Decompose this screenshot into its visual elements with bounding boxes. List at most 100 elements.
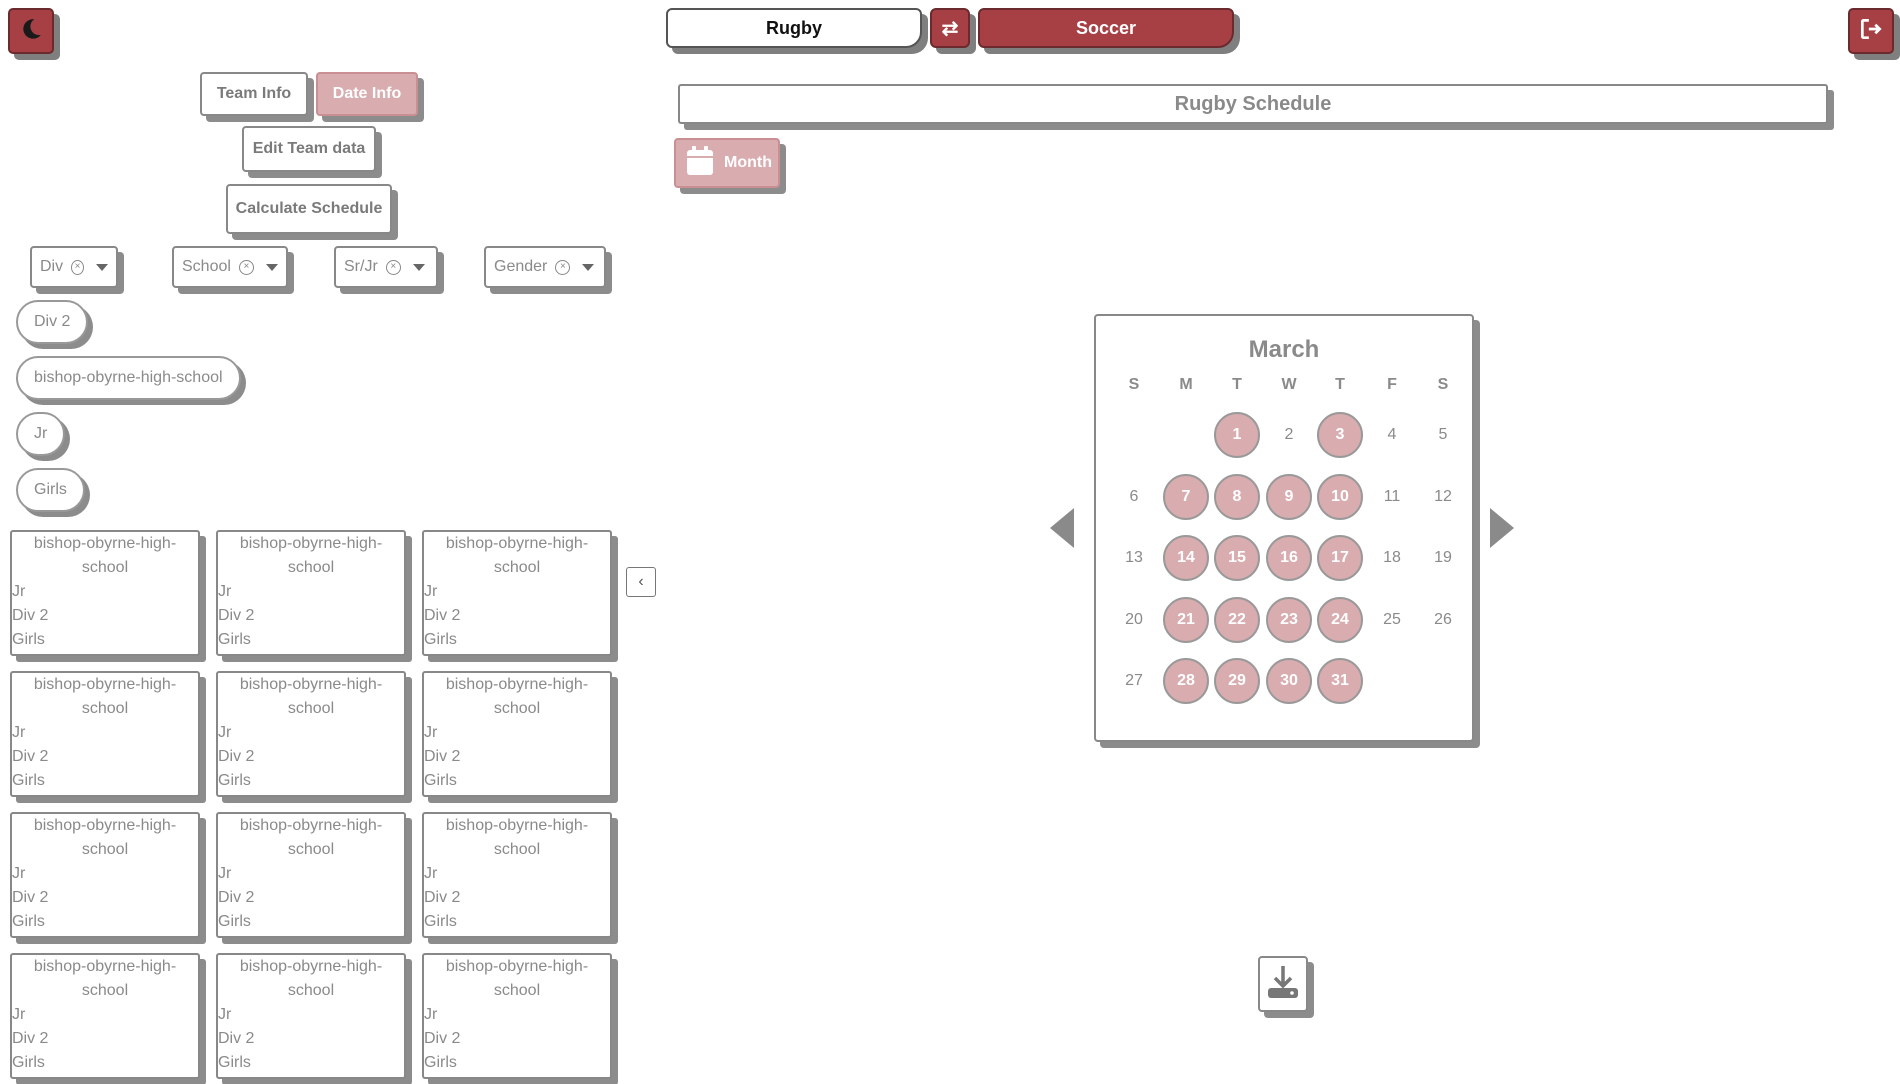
team-card-division: Div 2 — [12, 889, 49, 906]
team-card[interactable]: bishop-obyrne-high-school Jr Div 2 Girls — [422, 530, 612, 656]
team-card-school: bishop-obyrne-high-school — [445, 958, 589, 999]
clear-icon[interactable]: × — [385, 259, 401, 275]
team-card-gender: Girls — [12, 772, 45, 789]
team-card-level: Jr — [12, 1006, 26, 1023]
team-info-button[interactable]: Team Info — [200, 72, 308, 116]
download-icon — [1266, 964, 1300, 1005]
calendar-day[interactable]: 25 — [1369, 597, 1415, 643]
chevron-down-icon[interactable] — [265, 263, 278, 271]
team-card-school: bishop-obyrne-high-school — [33, 817, 177, 858]
calendar-day-selected[interactable]: 17 — [1317, 535, 1363, 581]
team-card-division: Div 2 — [218, 607, 255, 624]
download-button[interactable] — [1258, 956, 1308, 1012]
team-card-gender: Girls — [12, 913, 45, 930]
team-card-division: Div 2 — [12, 607, 49, 624]
calendar-day-selected[interactable]: 24 — [1317, 596, 1363, 643]
team-card[interactable]: bishop-obyrne-high-school Jr Div 2 Girls — [216, 530, 406, 656]
team-card-division: Div 2 — [218, 889, 255, 906]
team-card-division: Div 2 — [424, 1030, 461, 1047]
filter-div[interactable]: Div × — [30, 246, 118, 288]
sport-soccer-button[interactable]: Soccer — [978, 8, 1234, 48]
calendar-day[interactable]: 19 — [1420, 535, 1466, 581]
chevron-down-icon[interactable] — [96, 263, 108, 271]
filter-chip-gender[interactable]: Girls — [16, 468, 85, 512]
prev-month-button[interactable] — [1050, 508, 1074, 548]
team-card-school: bishop-obyrne-high-school — [239, 958, 383, 999]
team-card-level: Jr — [12, 583, 26, 600]
calendar-day-selected[interactable]: 31 — [1317, 658, 1363, 704]
calendar-day-selected[interactable]: 1 — [1214, 412, 1260, 458]
calendar-day[interactable]: 12 — [1420, 474, 1466, 520]
team-card-gender: Girls — [424, 1054, 457, 1071]
calendar-day[interactable]: 4 — [1369, 412, 1415, 458]
team-card[interactable]: bishop-obyrne-high-school Jr Div 2 Girls — [422, 671, 612, 797]
edit-team-data-button[interactable]: Edit Team data — [242, 126, 376, 172]
calendar-day[interactable]: 6 — [1111, 474, 1157, 520]
calendar-day-selected[interactable]: 30 — [1266, 658, 1312, 704]
calendar-day-selected[interactable]: 29 — [1214, 658, 1260, 704]
team-card-level: Jr — [12, 724, 26, 741]
chevron-left-icon: ‹ — [638, 573, 644, 590]
calendar-day[interactable]: 20 — [1111, 597, 1157, 643]
team-card-gender: Girls — [218, 631, 251, 648]
clear-icon[interactable]: × — [555, 259, 571, 275]
logout-button[interactable] — [1848, 8, 1894, 54]
collapse-panel-button[interactable]: ‹ — [626, 567, 656, 597]
theme-toggle-button[interactable] — [8, 8, 54, 54]
calculate-schedule-button[interactable]: Calculate Schedule — [226, 184, 392, 234]
filter-school[interactable]: School × — [172, 246, 288, 288]
calendar-day[interactable]: 13 — [1111, 535, 1157, 581]
team-card-school: bishop-obyrne-high-school — [445, 535, 589, 576]
calendar-day-selected[interactable]: 7 — [1163, 473, 1209, 520]
team-card-level: Jr — [218, 1006, 232, 1023]
calendar-day-selected[interactable]: 22 — [1214, 596, 1260, 643]
filter-chip-div[interactable]: Div 2 — [16, 300, 89, 344]
team-card[interactable]: bishop-obyrne-high-school Jr Div 2 Girls — [10, 953, 200, 1079]
date-info-button[interactable]: Date Info — [316, 72, 418, 116]
team-card[interactable]: bishop-obyrne-high-school Jr Div 2 Girls — [422, 953, 612, 1079]
chevron-down-icon[interactable] — [412, 263, 425, 271]
clear-icon[interactable]: × — [238, 259, 254, 275]
filter-sr-jr[interactable]: Sr/Jr × — [334, 246, 438, 288]
team-card[interactable]: bishop-obyrne-high-school Jr Div 2 Girls — [10, 671, 200, 797]
team-card[interactable]: bishop-obyrne-high-school Jr Div 2 Girls — [10, 812, 200, 938]
filter-label: Div — [40, 258, 64, 275]
filter-gender[interactable]: Gender × — [484, 246, 606, 288]
calendar-day[interactable]: 27 — [1111, 658, 1157, 704]
calendar-day-selected[interactable]: 8 — [1214, 473, 1260, 520]
calendar-month-title: March — [1248, 336, 1320, 363]
calendar-day-selected[interactable]: 10 — [1317, 473, 1363, 520]
team-card[interactable]: bishop-obyrne-high-school Jr Div 2 Girls — [422, 812, 612, 938]
calendar-day-selected[interactable]: 16 — [1266, 535, 1312, 581]
next-month-button[interactable] — [1490, 508, 1514, 548]
filter-chip-level[interactable]: Jr — [16, 412, 66, 456]
month-view-button[interactable]: Month — [674, 138, 780, 188]
team-card[interactable]: bishop-obyrne-high-school Jr Div 2 Girls — [216, 671, 406, 797]
calendar-day[interactable]: 18 — [1369, 535, 1415, 581]
weekday-header: W — [1281, 376, 1297, 393]
team-card[interactable]: bishop-obyrne-high-school Jr Div 2 Girls — [216, 953, 406, 1079]
calendar-day-selected[interactable]: 15 — [1214, 535, 1260, 581]
calendar-day-selected[interactable]: 14 — [1163, 535, 1209, 581]
weekday-header: M — [1179, 376, 1193, 393]
calendar-day-selected[interactable]: 28 — [1163, 658, 1209, 704]
calendar-day[interactable]: 5 — [1420, 412, 1466, 458]
team-card[interactable]: bishop-obyrne-high-school Jr Div 2 Girls — [216, 812, 406, 938]
sport-rugby-button[interactable]: Rugby — [666, 8, 922, 48]
calendar-day-selected[interactable]: 23 — [1266, 596, 1312, 643]
calendar-day[interactable]: 26 — [1420, 597, 1466, 643]
calendar-day-selected[interactable]: 3 — [1317, 412, 1363, 458]
clear-icon[interactable]: × — [71, 259, 84, 275]
team-card-gender: Girls — [12, 1054, 45, 1071]
chevron-down-icon[interactable] — [582, 263, 595, 271]
swap-sport-button[interactable]: ⇄ — [930, 8, 970, 48]
filter-chip-school[interactable]: bishop-obyrne-high-school — [16, 356, 241, 400]
calendar-day[interactable]: 11 — [1369, 474, 1415, 520]
calendar-day-selected[interactable]: 9 — [1266, 473, 1312, 520]
team-card-gender: Girls — [218, 772, 251, 789]
calendar-day-selected[interactable]: 21 — [1163, 596, 1209, 643]
calendar-day[interactable]: 2 — [1266, 412, 1312, 458]
team-card-division: Div 2 — [424, 889, 461, 906]
team-card-school: bishop-obyrne-high-school — [33, 958, 177, 999]
team-card[interactable]: bishop-obyrne-high-school Jr Div 2 Girls — [10, 530, 200, 656]
